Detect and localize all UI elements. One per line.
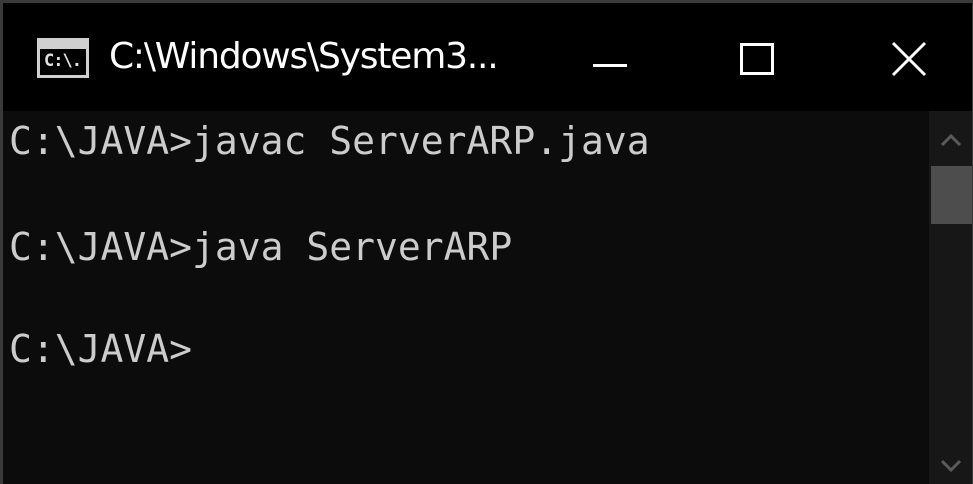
console-output[interactable]: C:\JAVA>javac ServerARP.java C:\JAVA>jav… — [3, 111, 928, 484]
scrollbar-thumb[interactable] — [931, 166, 972, 224]
console-line: C:\JAVA>javac ServerARP.java — [9, 119, 650, 163]
console-window: C:\. C:\Windows\System3... C:\JAVA>javac… — [0, 0, 973, 484]
cmd-icon-label: C:\. — [44, 51, 82, 71]
close-icon — [891, 41, 927, 77]
title-bar[interactable]: C:\. C:\Windows\System3... — [3, 3, 972, 111]
icon-title-strip — [40, 41, 86, 49]
maximize-icon — [740, 43, 774, 75]
chevron-down-icon[interactable] — [929, 451, 973, 481]
cmd-icon[interactable]: C:\. — [37, 38, 89, 78]
console-prompt-line: C:\JAVA> — [9, 327, 193, 371]
console-line: C:\JAVA>java ServerARP — [9, 225, 513, 269]
chevron-up-icon[interactable] — [929, 125, 973, 155]
close-button[interactable] — [843, 3, 972, 111]
vertical-scrollbar[interactable] — [929, 111, 973, 484]
minimize-icon — [593, 64, 627, 67]
minimize-button[interactable] — [545, 3, 675, 111]
maximize-button[interactable] — [693, 3, 823, 111]
window-title: C:\Windows\System3... — [109, 36, 499, 77]
